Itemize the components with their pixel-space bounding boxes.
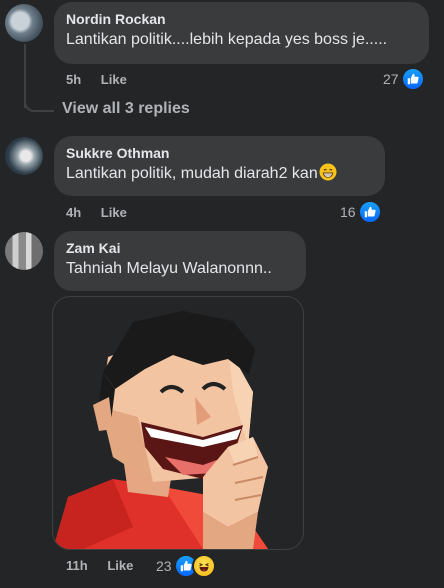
reaction-summary[interactable]: 23 bbox=[156, 554, 216, 578]
comment-text: Lantikan politik, mudah diarah2 kan bbox=[66, 165, 318, 182]
comment-actions: 5h Like bbox=[66, 72, 143, 87]
like-button[interactable]: Like bbox=[101, 72, 127, 87]
comment-author[interactable]: Zam Kai bbox=[66, 239, 294, 257]
reaction-summary[interactable]: 27 bbox=[383, 67, 425, 91]
comment-text: Lantikan politik....lebih kepada yes bos… bbox=[66, 31, 388, 48]
reaction-count: 16 bbox=[340, 204, 356, 220]
reaction-summary[interactable]: 16 bbox=[340, 200, 382, 224]
avatar-nordin-rockan[interactable] bbox=[5, 4, 43, 42]
grinning-face-icon bbox=[319, 163, 337, 188]
comment-actions: 4h Like bbox=[66, 205, 143, 220]
comment-bubble: Sukkre Othman Lantikan politik, mudah di… bbox=[54, 136, 385, 196]
comment-text-line: Lantikan politik, mudah diarah2 kan bbox=[66, 163, 373, 188]
thumbs-up-icon bbox=[400, 67, 425, 91]
comment-text: Tahniah Melayu Walanonnn.. bbox=[66, 260, 272, 277]
comment-author[interactable]: Sukkre Othman bbox=[66, 144, 373, 162]
comment-timestamp[interactable]: 11h bbox=[66, 558, 88, 573]
reaction-count: 23 bbox=[156, 558, 172, 574]
comment-author[interactable]: Nordin Rockan bbox=[66, 10, 417, 28]
like-button[interactable]: Like bbox=[101, 205, 127, 220]
comment-bubble: Zam Kai Tahniah Melayu Walanonnn.. bbox=[54, 231, 306, 291]
laughing-man-sticker[interactable] bbox=[52, 296, 304, 550]
thumbs-up-icon bbox=[357, 200, 382, 224]
reply-thread-elbow bbox=[24, 92, 54, 112]
avatar-sukkre-othman[interactable] bbox=[5, 137, 43, 175]
view-replies-link[interactable]: View all 3 replies bbox=[62, 100, 190, 118]
like-button[interactable]: Like bbox=[107, 558, 133, 573]
reaction-count: 27 bbox=[383, 71, 399, 87]
comment-bubble: Nordin Rockan Lantikan politik....lebih … bbox=[54, 2, 429, 64]
haha-icon bbox=[191, 554, 216, 578]
comment-actions: 11h Like bbox=[66, 558, 149, 573]
comment-timestamp[interactable]: 4h bbox=[66, 205, 81, 220]
comment-timestamp[interactable]: 5h bbox=[66, 72, 81, 87]
avatar-zam-kai[interactable] bbox=[5, 232, 43, 270]
